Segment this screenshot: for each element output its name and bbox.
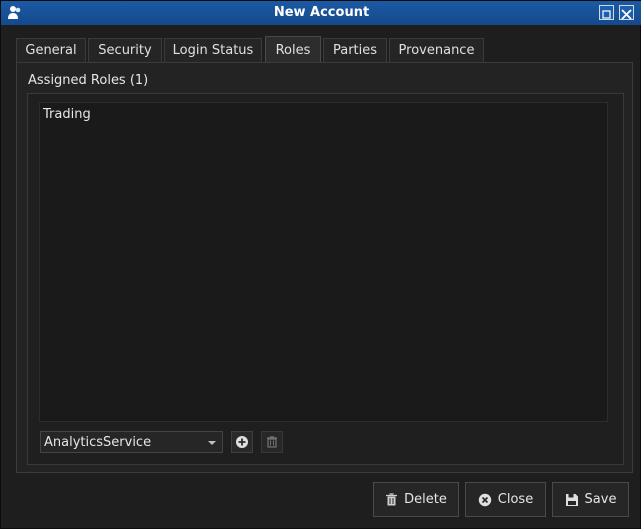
tab-roles[interactable]: Roles bbox=[265, 36, 321, 63]
delete-button[interactable]: Delete bbox=[373, 482, 459, 517]
list-item[interactable]: Trading bbox=[43, 107, 91, 122]
remove-role-button[interactable] bbox=[261, 431, 283, 453]
close-button-label: Close bbox=[497, 492, 534, 507]
tab-parties[interactable]: Parties bbox=[323, 38, 387, 62]
minimize-maximize-icon bbox=[602, 10, 611, 19]
assigned-roles-label: Assigned Roles (1) bbox=[28, 73, 149, 88]
title-bar[interactable]: New Account bbox=[1, 1, 641, 25]
close-icon bbox=[621, 9, 632, 20]
floppy-disk-icon bbox=[565, 493, 578, 506]
role-select[interactable]: AnalyticsService bbox=[40, 431, 223, 453]
close-window-button[interactable] bbox=[619, 5, 634, 20]
chevron-down-icon bbox=[208, 441, 216, 445]
x-circle-icon bbox=[478, 493, 491, 506]
plus-circle-icon bbox=[236, 436, 248, 448]
tab-provenance[interactable]: Provenance bbox=[389, 38, 484, 62]
trash-icon bbox=[267, 436, 277, 448]
save-button[interactable]: Save bbox=[552, 482, 629, 517]
tab-login-status[interactable]: Login Status bbox=[164, 38, 262, 62]
tab-security[interactable]: Security bbox=[88, 38, 162, 62]
save-button-label: Save bbox=[584, 492, 617, 507]
close-button[interactable]: Close bbox=[465, 482, 546, 517]
tab-general[interactable]: General bbox=[16, 38, 86, 62]
add-role-button[interactable] bbox=[231, 431, 253, 453]
trash-icon bbox=[386, 492, 398, 505]
window-title: New Account bbox=[273, 5, 370, 20]
new-account-window: New Account General Security Login Statu… bbox=[0, 0, 641, 529]
minimize-maximize-button[interactable] bbox=[599, 5, 614, 20]
roles-list[interactable]: Trading bbox=[39, 102, 608, 422]
role-select-value: AnalyticsService bbox=[44, 435, 152, 450]
roles-panel: Assigned Roles (1) Trading AnalyticsServ… bbox=[16, 62, 633, 473]
delete-button-label: Delete bbox=[404, 492, 447, 507]
assigned-roles-group: Trading AnalyticsService bbox=[27, 93, 624, 465]
